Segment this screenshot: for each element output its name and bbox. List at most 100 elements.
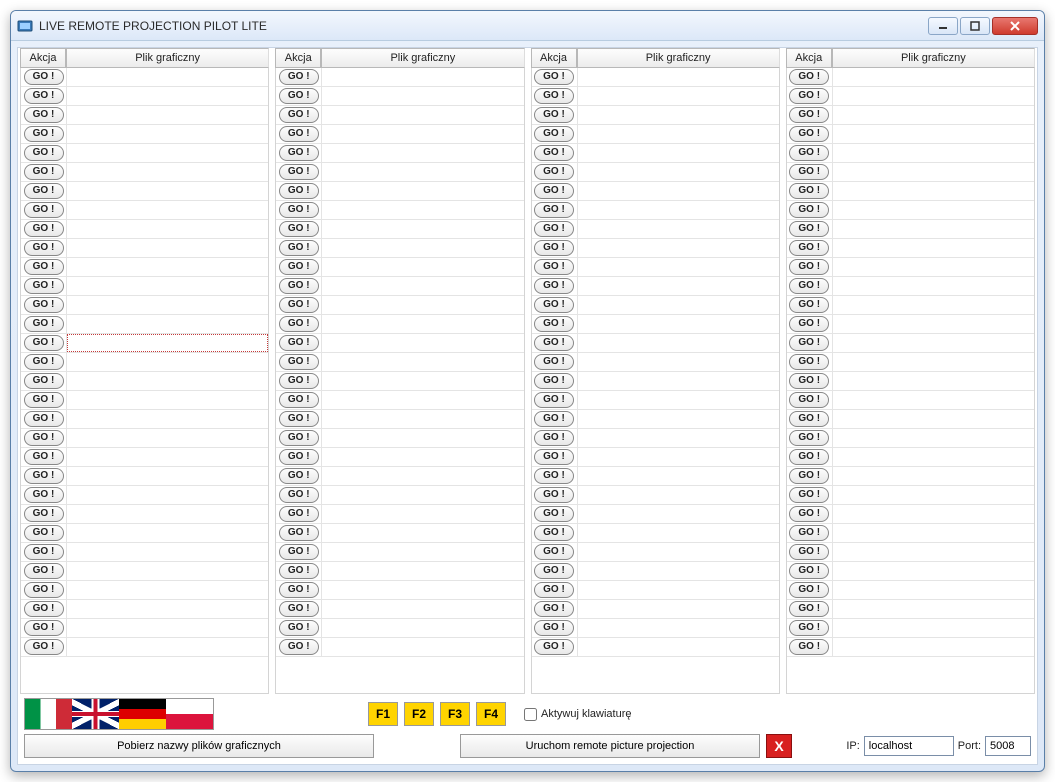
go-button[interactable]: GO ! bbox=[279, 582, 319, 598]
table-row[interactable]: GO ! bbox=[21, 220, 268, 239]
table-row[interactable]: GO ! bbox=[787, 296, 1034, 315]
table-row[interactable]: GO ! bbox=[21, 372, 268, 391]
table-row[interactable]: GO ! bbox=[787, 543, 1034, 562]
table-row[interactable]: GO ! bbox=[21, 524, 268, 543]
go-button[interactable]: GO ! bbox=[534, 164, 574, 180]
table-row[interactable]: GO ! bbox=[21, 353, 268, 372]
table-row[interactable]: GO ! bbox=[21, 68, 268, 87]
cell-file[interactable] bbox=[67, 581, 268, 599]
table-row[interactable]: GO ! bbox=[787, 258, 1034, 277]
table-row[interactable]: GO ! bbox=[787, 410, 1034, 429]
go-button[interactable]: GO ! bbox=[24, 316, 64, 332]
go-button[interactable]: GO ! bbox=[279, 563, 319, 579]
fetch-filenames-button[interactable]: Pobierz nazwy plików graficznych bbox=[24, 734, 374, 758]
table-row[interactable]: GO ! bbox=[532, 315, 779, 334]
go-button[interactable]: GO ! bbox=[279, 639, 319, 655]
go-button[interactable]: GO ! bbox=[534, 563, 574, 579]
cell-file[interactable] bbox=[322, 429, 523, 447]
table-row[interactable]: GO ! bbox=[532, 581, 779, 600]
table-row[interactable]: GO ! bbox=[787, 486, 1034, 505]
cell-file[interactable] bbox=[67, 391, 268, 409]
go-button[interactable]: GO ! bbox=[789, 506, 829, 522]
table-row[interactable]: GO ! bbox=[276, 524, 523, 543]
table-row[interactable]: GO ! bbox=[787, 68, 1034, 87]
go-button[interactable]: GO ! bbox=[279, 392, 319, 408]
flag-german[interactable] bbox=[119, 699, 166, 729]
go-button[interactable]: GO ! bbox=[279, 544, 319, 560]
table-row[interactable]: GO ! bbox=[276, 562, 523, 581]
go-button[interactable]: GO ! bbox=[279, 449, 319, 465]
table-row[interactable]: GO ! bbox=[276, 296, 523, 315]
cell-file[interactable] bbox=[322, 144, 523, 162]
cell-file[interactable] bbox=[578, 258, 779, 276]
go-button[interactable]: GO ! bbox=[279, 126, 319, 142]
go-button[interactable]: GO ! bbox=[279, 601, 319, 617]
cell-file[interactable] bbox=[578, 429, 779, 447]
flag-english[interactable] bbox=[72, 699, 119, 729]
cell-file[interactable] bbox=[67, 467, 268, 485]
cell-file[interactable] bbox=[833, 448, 1034, 466]
go-button[interactable]: GO ! bbox=[279, 525, 319, 541]
table-row[interactable]: GO ! bbox=[787, 277, 1034, 296]
go-button[interactable]: GO ! bbox=[789, 183, 829, 199]
table-row[interactable]: GO ! bbox=[787, 163, 1034, 182]
cell-file[interactable] bbox=[578, 163, 779, 181]
go-button[interactable]: GO ! bbox=[789, 335, 829, 351]
cell-file[interactable] bbox=[578, 353, 779, 371]
go-button[interactable]: GO ! bbox=[24, 563, 64, 579]
go-button[interactable]: GO ! bbox=[534, 639, 574, 655]
cell-file[interactable] bbox=[833, 163, 1034, 181]
go-button[interactable]: GO ! bbox=[279, 107, 319, 123]
go-button[interactable]: GO ! bbox=[279, 373, 319, 389]
go-button[interactable]: GO ! bbox=[24, 297, 64, 313]
cell-file[interactable] bbox=[833, 220, 1034, 238]
cell-file[interactable] bbox=[67, 144, 268, 162]
table-row[interactable]: GO ! bbox=[276, 391, 523, 410]
cell-file[interactable] bbox=[67, 163, 268, 181]
table-row[interactable]: GO ! bbox=[787, 239, 1034, 258]
cell-file[interactable] bbox=[833, 543, 1034, 561]
maximize-button[interactable] bbox=[960, 17, 990, 35]
go-button[interactable]: GO ! bbox=[789, 107, 829, 123]
cell-file[interactable] bbox=[578, 448, 779, 466]
cell-file[interactable] bbox=[833, 106, 1034, 124]
cell-file[interactable] bbox=[833, 372, 1034, 390]
go-button[interactable]: GO ! bbox=[789, 582, 829, 598]
cell-file[interactable] bbox=[322, 581, 523, 599]
table-row[interactable]: GO ! bbox=[532, 448, 779, 467]
fkey-f4[interactable]: F4 bbox=[476, 702, 506, 726]
cell-file[interactable] bbox=[67, 448, 268, 466]
go-button[interactable]: GO ! bbox=[279, 487, 319, 503]
cell-file[interactable] bbox=[67, 600, 268, 618]
cell-file[interactable] bbox=[67, 220, 268, 238]
cell-file[interactable] bbox=[67, 87, 268, 105]
cell-file[interactable] bbox=[67, 638, 268, 656]
cell-file[interactable] bbox=[322, 201, 523, 219]
go-button[interactable]: GO ! bbox=[534, 335, 574, 351]
fkey-f2[interactable]: F2 bbox=[404, 702, 434, 726]
cell-file[interactable] bbox=[833, 467, 1034, 485]
go-button[interactable]: GO ! bbox=[279, 145, 319, 161]
flag-italian[interactable] bbox=[25, 699, 72, 729]
go-button[interactable]: GO ! bbox=[24, 487, 64, 503]
go-button[interactable]: GO ! bbox=[789, 145, 829, 161]
go-button[interactable]: GO ! bbox=[279, 183, 319, 199]
table-row[interactable]: GO ! bbox=[532, 220, 779, 239]
go-button[interactable]: GO ! bbox=[279, 88, 319, 104]
flag-polish[interactable] bbox=[166, 699, 213, 729]
go-button[interactable]: GO ! bbox=[534, 544, 574, 560]
cell-file[interactable] bbox=[67, 201, 268, 219]
table-row[interactable]: GO ! bbox=[787, 106, 1034, 125]
go-button[interactable]: GO ! bbox=[534, 392, 574, 408]
cell-file[interactable] bbox=[578, 201, 779, 219]
go-button[interactable]: GO ! bbox=[279, 411, 319, 427]
go-button[interactable]: GO ! bbox=[279, 164, 319, 180]
table-row[interactable]: GO ! bbox=[787, 334, 1034, 353]
table-row[interactable]: GO ! bbox=[276, 258, 523, 277]
go-button[interactable]: GO ! bbox=[279, 69, 319, 85]
go-button[interactable]: GO ! bbox=[534, 449, 574, 465]
go-button[interactable]: GO ! bbox=[279, 259, 319, 275]
table-row[interactable]: GO ! bbox=[21, 163, 268, 182]
table-row[interactable]: GO ! bbox=[787, 467, 1034, 486]
table-row[interactable]: GO ! bbox=[532, 239, 779, 258]
